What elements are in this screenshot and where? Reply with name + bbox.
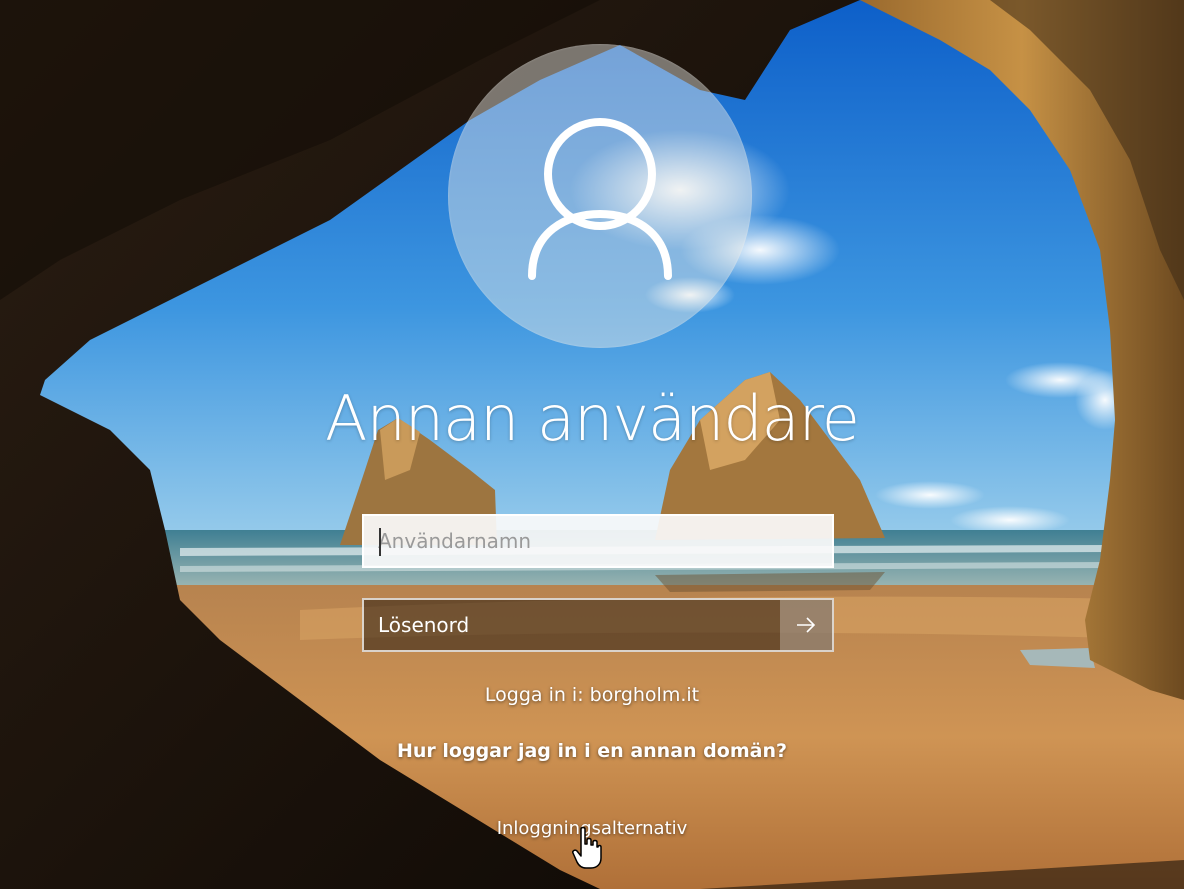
username-input[interactable]: [364, 516, 832, 566]
password-field-container: [362, 598, 834, 652]
domain-label: Logga in i: borgholm.it: [484, 684, 700, 706]
username-field-container: [362, 514, 834, 568]
lock-screen: Annan användare Logga in i: borgholm.it …: [0, 0, 1184, 889]
arrow-right-icon: [797, 617, 816, 633]
user-icon: [528, 118, 672, 280]
submit-button[interactable]: [780, 600, 832, 650]
text-caret: [379, 528, 381, 556]
user-avatar: [448, 44, 752, 348]
password-input[interactable]: [364, 600, 782, 650]
other-domain-help-link[interactable]: Hur loggar jag in i en annan domän?: [0, 740, 1184, 762]
hand-pointer-icon: [572, 826, 602, 869]
account-name: Annan användare: [325, 382, 860, 455]
